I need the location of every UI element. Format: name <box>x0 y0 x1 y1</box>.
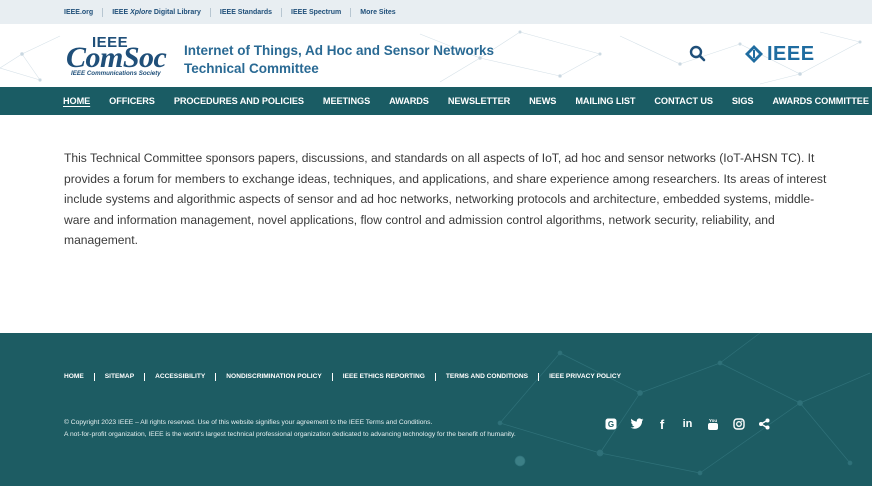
footer-copyright: © Copyright 2023 IEEE – All rights reser… <box>64 417 584 441</box>
util-link-more-sites[interactable]: More Sites <box>350 7 404 17</box>
utility-links: IEEE.org IEEE Xplore Digital Library IEE… <box>64 0 405 24</box>
instagram-icon[interactable] <box>732 417 746 431</box>
site-footer: HOME SITEMAP ACCESSIBILITY NONDISCRIMINA… <box>0 333 872 486</box>
footer-link-terms-and-conditions[interactable]: TERMS AND CONDITIONS <box>434 373 538 381</box>
social-links: G f in You <box>604 417 783 432</box>
mission-line: A not-for-profit organization, IEEE is t… <box>64 431 516 438</box>
committee-title-line2: Technical Committee <box>184 61 319 76</box>
nav-item-mailing-list[interactable]: MAILING LIST <box>575 96 635 106</box>
nav-item-newsletter[interactable]: NEWSLETTER <box>448 96 510 106</box>
nav-item-awards[interactable]: AWARDS <box>389 96 429 106</box>
footer-link-home[interactable]: HOME <box>64 373 94 381</box>
footer-link-nondiscrimination-policy[interactable]: NONDISCRIMINATION POLICY <box>215 373 332 381</box>
nav-item-meetings[interactable]: MEETINGS <box>323 96 370 106</box>
svg-text:G: G <box>608 420 614 429</box>
copyright-line: © Copyright 2023 IEEE – All rights reser… <box>64 419 433 426</box>
search-button[interactable] <box>688 44 708 64</box>
google-icon[interactable]: G <box>604 417 618 431</box>
footer-network-background <box>497 333 871 476</box>
ieee-logo-text: IEEE <box>767 42 815 65</box>
main-nav: HOME OFFICERS PROCEDURES AND POLICIES ME… <box>0 87 872 115</box>
logo-society-word: IEEE Communications Society <box>71 70 161 77</box>
nav-item-home[interactable]: HOME <box>63 96 90 106</box>
footer-links: HOME SITEMAP ACCESSIBILITY NONDISCRIMINA… <box>64 373 631 381</box>
util-link-ieee-org[interactable]: IEEE.org <box>64 8 102 17</box>
ieee-logo[interactable]: IEEE <box>744 42 815 66</box>
youtube-icon[interactable]: You <box>706 417 720 431</box>
footer-link-sitemap[interactable]: SITEMAP <box>93 373 144 381</box>
util-link-standards[interactable]: IEEE Standards <box>209 7 281 17</box>
svg-text:You: You <box>709 418 717 423</box>
footer-link-ethics-reporting[interactable]: IEEE ETHICS REPORTING <box>331 373 435 381</box>
search-icon <box>689 45 706 62</box>
nav-item-contact-us[interactable]: CONTACT US <box>654 96 713 106</box>
site-header: IEEE ComSoc IEEE Communications Society … <box>0 24 872 87</box>
nav-item-officers[interactable]: OFFICERS <box>109 96 155 106</box>
main-content: This Technical Committee sponsors papers… <box>64 148 836 251</box>
ieee-diamond-icon <box>745 45 763 63</box>
committee-title[interactable]: Internet of Things, Ad Hoc and Sensor Ne… <box>184 42 494 78</box>
nav-item-awards-committee[interactable]: AWARDS COMMITTEE <box>772 96 869 106</box>
utility-bar: IEEE.org IEEE Xplore Digital Library IEE… <box>0 0 872 24</box>
twitter-icon[interactable] <box>630 417 644 431</box>
nav-item-procedures-and-policies[interactable]: PROCEDURES AND POLICIES <box>174 96 304 106</box>
comsoc-logo[interactable]: IEEE ComSoc IEEE Communications Society <box>64 32 176 80</box>
linkedin-icon[interactable]: in <box>681 417 695 431</box>
nav-item-news[interactable]: NEWS <box>529 96 556 106</box>
facebook-icon[interactable]: f <box>655 417 669 432</box>
footer-link-accessibility[interactable]: ACCESSIBILITY <box>144 373 215 381</box>
committee-title-line1: Internet of Things, Ad Hoc and Sensor Ne… <box>184 43 495 58</box>
nav-item-sigs[interactable]: SIGS <box>732 96 754 106</box>
footer-link-privacy-policy[interactable]: IEEE PRIVACY POLICY <box>538 373 631 381</box>
share-icon[interactable] <box>757 417 771 431</box>
committee-description: This Technical Committee sponsors papers… <box>64 151 827 247</box>
util-link-xplore[interactable]: IEEE Xplore Digital Library <box>102 7 210 17</box>
util-link-spectrum[interactable]: IEEE Spectrum <box>281 7 350 17</box>
